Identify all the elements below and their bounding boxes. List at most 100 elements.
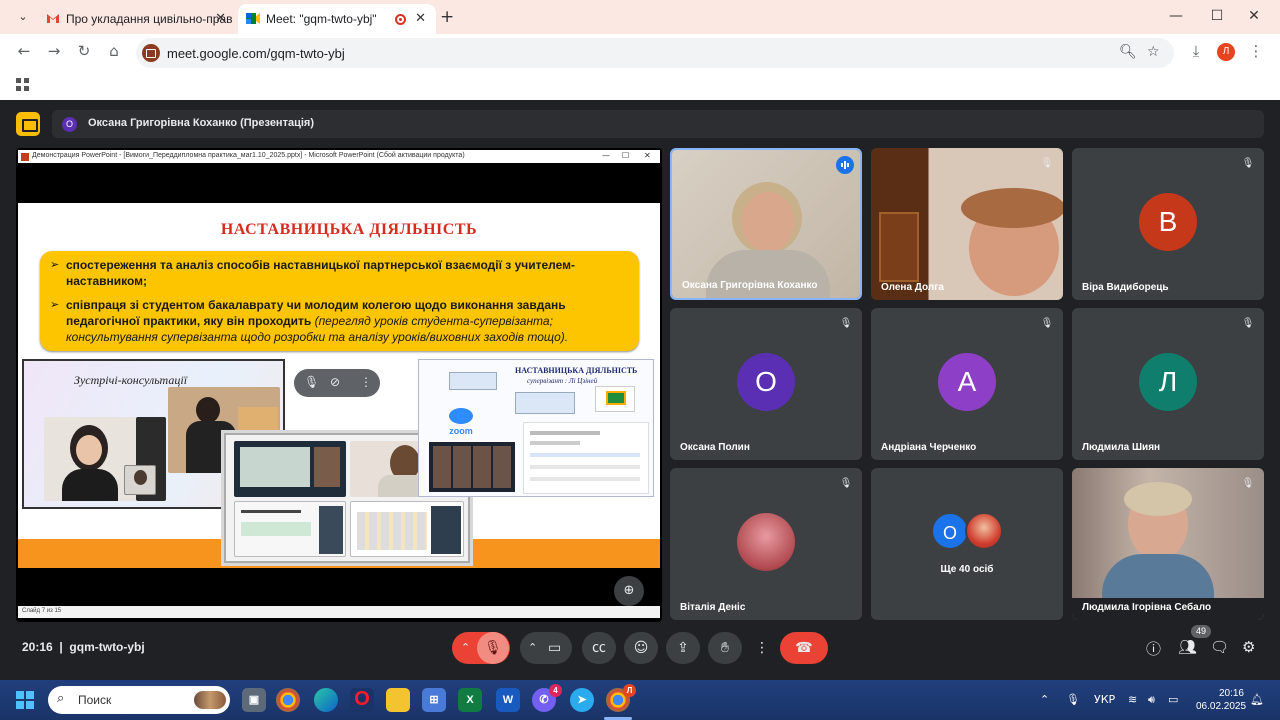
download-icon[interactable]: ⤓ [1186,42,1206,60]
meeting-details-icon[interactable]: ⓘ [1146,638,1161,659]
clock-date: 06.02.2025 [1196,701,1247,712]
word-app-icon[interactable]: W [496,688,520,712]
gmail-icon [46,13,60,25]
more-avatar: О [931,512,969,550]
participant-tile[interactable]: 🎙︎ В Віра Видиборець [1072,148,1264,300]
telegram-app-icon[interactable]: ➤ [570,688,594,712]
volume-icon[interactable]: 🔊︎ [1148,693,1155,707]
taskbar-search[interactable]: ⌕ Поиск [48,686,230,714]
raise-hand-button[interactable]: ✋︎ [708,632,742,664]
store-app-icon[interactable]: ⊞ [422,688,446,712]
close-window-icon[interactable]: ✕ [1244,8,1264,24]
recording-icon [395,14,406,25]
tab-meet[interactable]: Meet: "gqm-twto-ybj" ✕ [238,4,436,34]
more-options-button[interactable]: ⋮ [750,632,774,664]
ppt-minimize-icon: — [602,151,610,160]
captions-button[interactable]: ㏄ [582,632,616,664]
tab-document[interactable]: Про укладання цивільно-прав ✕ [38,4,236,34]
bookmark-star-icon[interactable]: ☆ [1147,44,1160,60]
mic-off-icon[interactable]: 🎙︎ [477,632,509,664]
muted-icon: 🎙︎ [1241,478,1255,489]
stop-presentation-icon[interactable] [16,112,40,136]
microphone-tray-icon[interactable]: 🎙︎ [1066,693,1080,706]
viber-app-icon[interactable]: ✆ 4 [532,684,562,712]
chat-icon[interactable]: 🗨︎ [1210,638,1229,656]
new-tab-icon[interactable]: + [440,7,454,27]
chrome-profile-app-icon[interactable]: Л [606,684,636,712]
consultations-title: Зустрічі-консультації [74,373,188,387]
mic-options-chevron-icon[interactable]: ⌃ [461,632,470,664]
camera-toggle-button[interactable]: ⌃ ▭ [520,632,572,664]
people-icon[interactable]: 👥︎ [1178,638,1197,656]
more-avatar-photo [965,512,1003,550]
participant-tile[interactable]: 🎙︎ А Андріана Черченко [871,308,1063,460]
back-icon[interactable]: ← [14,42,34,60]
presentation-tile[interactable]: Демонстрация PowerPoint - [Вимоги_Передд… [16,148,662,622]
opera-app-icon[interactable]: O [350,688,374,712]
menu-kebab-icon[interactable]: ⋮ [1246,42,1266,60]
input-language[interactable]: УКР [1094,693,1115,706]
more-participants-tile[interactable]: О Ще 40 осіб [871,468,1063,620]
profile-avatar[interactable]: Л [1217,43,1235,61]
url-text[interactable]: meet.google.com/gqm-twto-ybj [167,46,345,61]
participant-name: Віра Видиборець [1082,282,1169,293]
start-icon[interactable] [16,691,34,709]
zoom-in-icon[interactable]: ⊕ [614,576,644,606]
participant-tile[interactable]: 🎙︎ Віталія Деніс [670,468,862,620]
notifications-icon[interactable]: 🔔︎ [1250,693,1264,706]
tab-search-dropdown-icon[interactable]: ⌄ [14,8,32,26]
hangup-icon: ☎ [795,640,813,656]
mic-toggle-button[interactable]: ⌃ 🎙︎ [452,632,510,664]
tray-overflow-icon[interactable]: ⌃ [1040,693,1049,706]
emoji-icon: ☺ [633,640,649,656]
present-button[interactable]: ⇪ [666,632,700,664]
edge-app-icon[interactable] [314,688,338,712]
presentation-bar: О Оксана Григорівна Коханко (Презентація… [16,110,1264,138]
reactions-button[interactable]: ☺ [624,632,658,664]
camera-icon[interactable]: ▭ [548,632,561,664]
participant-tile[interactable]: 🎙︎ Людмила Ігорівна Себало [1072,468,1264,620]
task-view-icon[interactable]: ▣ [242,688,266,712]
meet-icon [246,13,260,25]
minimize-icon[interactable]: — [1166,8,1186,24]
muted-icon: 🎙︎ [839,478,853,489]
tab-title: Про укладання цивільно-прав [66,12,233,26]
windows-taskbar: ⌕ Поиск ▣ O ⊞ X W ✆ 4 ➤ Л ⌃ 🎙︎ УКР ≋ 🔊︎ ▭… [0,680,1280,720]
file-explorer-icon[interactable] [386,688,410,712]
participant-avatar: Л [1139,353,1197,411]
apps-grid-icon[interactable] [16,78,29,91]
participant-name: Оксана Григорівна Коханко [682,280,818,291]
tab-close-icon[interactable]: ✕ [415,11,426,26]
excel-app-icon[interactable]: X [458,688,482,712]
activities-icon[interactable]: ⚙︎ [1242,638,1255,656]
reload-icon[interactable]: ↻ [74,42,94,60]
tab-close-icon[interactable]: ✕ [215,11,226,26]
participant-tile[interactable]: 🎙︎ Л Людмила Шиян [1072,308,1264,460]
forward-icon[interactable]: → [44,42,64,60]
participant-tile[interactable]: 🎙︎ Олена Долга [871,148,1063,300]
more-options-icon[interactable]: ⋮ [360,375,372,389]
participant-tile[interactable]: Оксана Григорівна Коханко [670,148,862,300]
powerpoint-icon [21,153,29,161]
zoom-page-icon[interactable]: 🔍︎ [1119,44,1137,60]
mic-off-icon[interactable]: 🎙︎ [304,375,319,389]
more-vert-icon: ⋮ [755,640,769,656]
taskbar-clock[interactable]: 20:16 06.02.2025 [1196,687,1247,713]
zoom-label: zoom [449,426,473,436]
wifi-icon[interactable]: ≋ [1128,693,1137,706]
address-bar[interactable]: meet.google.com/gqm-twto-ybj 🔍︎ ☆ [136,38,1174,68]
search-highlight-icon [194,691,226,709]
maximize-icon[interactable]: ☐ [1207,8,1227,24]
clock-time: 20:16 [1218,688,1244,699]
battery-icon[interactable]: ▭ [1168,693,1178,706]
participant-tile[interactable]: 🎙︎ О Оксана Полин [670,308,862,460]
home-icon[interactable]: ⌂ [104,42,124,60]
camera-options-chevron-icon[interactable]: ⌃ [528,632,537,664]
leave-call-button[interactable]: ☎ [780,632,828,664]
ppt-title-text: Демонстрация PowerPoint - [Вимоги_Передд… [32,152,465,159]
chrome-app-icon[interactable] [276,688,300,712]
participant-name: Людмила Шиян [1082,442,1161,453]
screen-gallery [350,501,464,557]
site-info-icon[interactable] [142,44,160,62]
camera-off-icon[interactable]: ⊘ [330,375,340,389]
